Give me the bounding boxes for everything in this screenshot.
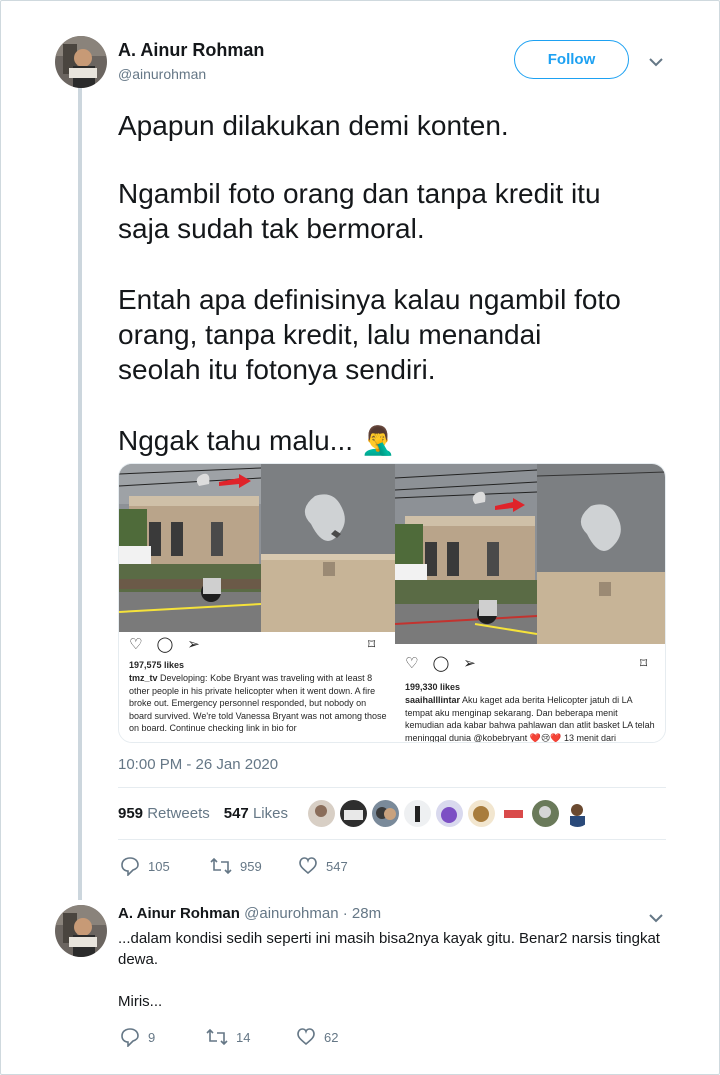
thread-line — [78, 88, 82, 900]
author-avatar[interactable] — [55, 36, 107, 88]
retweet-icon — [210, 857, 232, 875]
reply-author-name[interactable]: A. Ainur Rohman — [118, 905, 240, 922]
tweet-text-line-6: seolah itu fotonya sendiri. — [118, 354, 436, 385]
heart-icon[interactable]: ♡ — [405, 654, 418, 672]
retweet-button[interactable]: 959 — [210, 856, 298, 876]
post-actions-right: ♡ ◯ ➢ — [405, 654, 476, 672]
reply-like-button[interactable]: 62 — [296, 1027, 338, 1047]
smoke-closeup-photo-copy — [537, 464, 665, 644]
post-caption-text-left: Developing: Kobe Bryant was traveling wi… — [129, 673, 387, 733]
comment-icon[interactable]: ◯ — [432, 654, 449, 672]
reply-actions: 9 14 62 — [120, 1027, 338, 1047]
reply-text-line-3: Miris... — [118, 993, 163, 1010]
divider — [118, 787, 666, 788]
post-photos-left — [119, 464, 395, 632]
tweet-media[interactable]: ♡ ◯ ➢ ⌑ 197,575 likes tmz_tv Developing:… — [118, 463, 666, 743]
tweet-stats: 959 Retweets 547 Likes — [118, 805, 288, 822]
post-photos-right — [395, 464, 665, 644]
smoke-closeup-photo — [261, 464, 395, 632]
reply-text-line-1: ...dalam kondisi sedih seperti ini masih… — [118, 930, 660, 947]
heart-icon — [297, 1028, 315, 1046]
liker-avatar[interactable] — [308, 800, 335, 827]
reply-header: A. Ainur Rohman @ainurohman · 28m — [118, 905, 381, 922]
post-likes-left: 197,575 likes — [129, 660, 185, 670]
tweet-text-line-1: Apapun dilakukan demi konten. — [118, 110, 509, 141]
heart-icon[interactable]: ♡ — [129, 635, 142, 653]
bookmark-icon[interactable]: ⌑ — [368, 636, 375, 653]
liker-avatar[interactable] — [532, 800, 559, 827]
reply-author-handle[interactable]: @ainurohman — [244, 905, 338, 922]
reply-retweet-button[interactable]: 14 — [206, 1027, 296, 1047]
post-caption-left: tmz_tv Developing: Kobe Bryant was trave… — [129, 672, 387, 740]
tweet-actions: 105 959 547 — [120, 856, 348, 876]
retweets-stat[interactable]: 959 Retweets — [118, 805, 210, 822]
post-likes-right: 199,330 likes — [405, 682, 461, 692]
follow-button[interactable]: Follow — [514, 40, 629, 79]
liker-avatar[interactable] — [500, 800, 527, 827]
tweet-text-line-2: Ngambil foto orang dan tanpa kredit itu — [118, 178, 601, 209]
author-name[interactable]: A. Ainur Rohman — [118, 40, 264, 61]
tweet-timestamp[interactable]: 10:00 PM - 26 Jan 2020 — [118, 756, 278, 773]
reply-reply-button[interactable]: 9 — [120, 1027, 206, 1047]
liker-avatar[interactable] — [340, 800, 367, 827]
reply-author-avatar[interactable] — [55, 905, 107, 957]
tweet-text-line-7: Nggak tahu malu... 🤦‍♂️ — [118, 425, 396, 456]
post-username-left: tmz_tv — [129, 673, 158, 683]
liker-avatar[interactable] — [404, 800, 431, 827]
liker-avatar[interactable] — [372, 800, 399, 827]
divider — [118, 839, 666, 840]
reply-time[interactable]: · 28m — [343, 905, 381, 922]
instagram-post-right: ♡ ◯ ➢ ⌑ 199,330 likes saaihalllintar Aku… — [395, 464, 665, 742]
tweet-text-line-5: orang, tanpa kredit, lalu menandai — [118, 319, 542, 350]
reply-icon — [121, 1028, 139, 1047]
post-username-right: saaihalllintar — [405, 695, 461, 705]
tweet-text-line-4: Entah apa definisinya kalau ngambil foto — [118, 284, 621, 315]
reply-button[interactable]: 105 — [120, 856, 210, 876]
chevron-down-icon[interactable] — [649, 910, 663, 928]
like-button[interactable]: 547 — [298, 856, 348, 876]
liker-avatar[interactable] — [436, 800, 463, 827]
liker-avatars — [308, 800, 591, 827]
helicopter-smoke-photo-copy — [395, 464, 537, 644]
chevron-down-icon[interactable] — [649, 54, 663, 72]
post-caption-right: saaihalllintar Aku kaget ada berita Heli… — [405, 694, 657, 742]
liker-avatar[interactable] — [468, 800, 495, 827]
comment-icon[interactable]: ◯ — [156, 635, 173, 653]
heart-icon — [299, 857, 317, 875]
share-icon[interactable]: ➢ — [187, 635, 200, 653]
author-handle[interactable]: @ainurohman — [118, 66, 206, 82]
helicopter-smoke-photo — [119, 464, 261, 632]
reply-text-line-2: dewa. — [118, 951, 159, 968]
reply-text: ...dalam kondisi sedih seperti ini masih… — [118, 928, 678, 1012]
retweet-icon — [206, 1028, 228, 1046]
liker-avatar[interactable] — [564, 800, 591, 827]
tweet-text-line-3: saja sudah tak bermoral. — [118, 213, 425, 244]
likes-stat[interactable]: 547 Likes — [224, 805, 288, 822]
instagram-post-left: ♡ ◯ ➢ ⌑ 197,575 likes tmz_tv Developing:… — [119, 464, 395, 742]
reply-icon — [121, 857, 139, 876]
bookmark-icon[interactable]: ⌑ — [640, 655, 647, 672]
share-icon[interactable]: ➢ — [463, 654, 476, 672]
post-actions-left: ♡ ◯ ➢ — [129, 635, 200, 653]
